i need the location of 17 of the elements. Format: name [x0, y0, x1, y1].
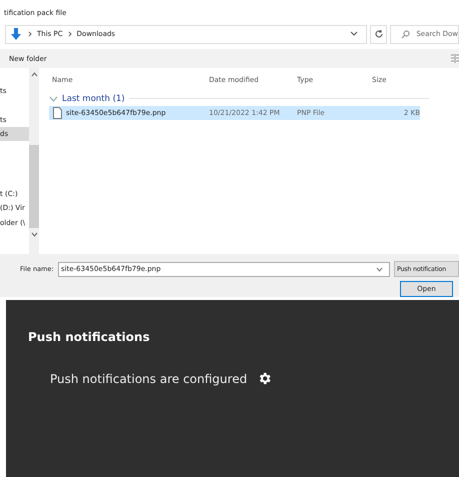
settings-icon[interactable]: [257, 371, 272, 386]
status-text: Push notifications are configured: [50, 372, 248, 386]
group-header[interactable]: Last month (1): [62, 94, 125, 104]
refresh-button[interactable]: [370, 24, 388, 44]
chevron-icon: [28, 31, 32, 37]
view-options-icon[interactable]: [451, 54, 459, 63]
file-icon: [53, 107, 62, 119]
scroll-up-icon[interactable]: [30, 72, 38, 77]
dropdown-icon[interactable]: [376, 266, 383, 272]
chevron-icon: [68, 31, 72, 37]
search-icon: [401, 30, 410, 38]
section-heading: Push notifications: [28, 330, 151, 346]
scroll-down-icon[interactable]: [30, 232, 38, 237]
down-arrow-icon: [9, 27, 23, 41]
scroll-thumb[interactable]: [29, 145, 39, 228]
refresh-icon: [374, 29, 384, 39]
dropdown-icon[interactable]: [350, 31, 358, 37]
